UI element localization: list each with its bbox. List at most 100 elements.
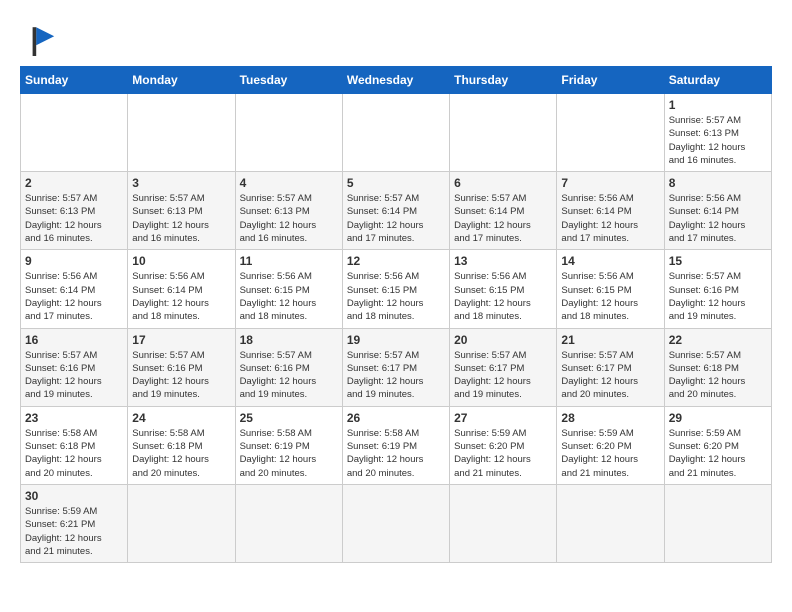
day-number: 13 xyxy=(454,254,552,268)
calendar-day-cell: 26Sunrise: 5:58 AM Sunset: 6:19 PM Dayli… xyxy=(342,406,449,484)
day-info: Sunrise: 5:56 AM Sunset: 6:14 PM Dayligh… xyxy=(25,270,123,323)
calendar-day-cell: 20 Sunrise: 5:57 AM Sunset: 6:17 PM Dayli… xyxy=(450,328,557,406)
day-info: Sunrise: 5:56 AM Sunset: 6:14 PM Dayligh… xyxy=(132,270,230,323)
day-number: 10 xyxy=(132,254,230,268)
day-info: Sunrise: 5:57 AM Sunset: 6:18 PM Dayligh… xyxy=(669,349,767,402)
calendar-week-row: 1 Sunrise: 5:57 AM Sunset: 6:13 PM Daylig… xyxy=(21,94,772,172)
calendar-day-cell xyxy=(128,94,235,172)
calendar-day-cell: 11 Sunrise: 5:56 AM Sunset: 6:15 PM Dayli… xyxy=(235,250,342,328)
calendar-day-cell: 29 Sunrise: 5:59 AM Sunset: 6:20 PM Dayli… xyxy=(664,406,771,484)
day-info: Sunrise: 5:59 AM Sunset: 6:21 PM Dayligh… xyxy=(25,505,123,558)
weekday-header-sunday: Sunday xyxy=(21,67,128,94)
calendar-day-cell xyxy=(342,484,449,562)
calendar-day-cell: 7 Sunrise: 5:56 AM Sunset: 6:14 PM Daylig… xyxy=(557,172,664,250)
day-number: 7 xyxy=(561,176,659,190)
calendar-day-cell: 28 Sunrise: 5:59 AM Sunset: 6:20 PM Dayli… xyxy=(557,406,664,484)
calendar-day-cell: 18 Sunrise: 5:57 AM Sunset: 6:16 PM Dayli… xyxy=(235,328,342,406)
day-number: 15 xyxy=(669,254,767,268)
calendar-day-cell: 16 Sunrise: 5:57 AM Sunset: 6:16 PM Dayli… xyxy=(21,328,128,406)
day-number: 17 xyxy=(132,333,230,347)
day-number: 11 xyxy=(240,254,338,268)
day-info: Sunrise: 5:58 AM Sunset: 6:19 PM Dayligh… xyxy=(347,427,445,480)
day-info: Sunrise: 5:57 AM Sunset: 6:14 PM Dayligh… xyxy=(347,192,445,245)
calendar-week-row: 23 Sunrise: 5:58 AM Sunset: 6:18 PM Dayli… xyxy=(21,406,772,484)
day-number: 6 xyxy=(454,176,552,190)
day-info: Sunrise: 5:56 AM Sunset: 6:15 PM Dayligh… xyxy=(240,270,338,323)
calendar-day-cell: 8 Sunrise: 5:56 AM Sunset: 6:14 PM Daylig… xyxy=(664,172,771,250)
logo xyxy=(20,20,60,56)
day-info: Sunrise: 5:56 AM Sunset: 6:15 PM Dayligh… xyxy=(454,270,552,323)
calendar-day-cell: 10 Sunrise: 5:56 AM Sunset: 6:14 PM Dayli… xyxy=(128,250,235,328)
calendar-day-cell xyxy=(235,484,342,562)
day-number: 2 xyxy=(25,176,123,190)
day-number: 1 xyxy=(669,98,767,112)
calendar-day-cell xyxy=(21,94,128,172)
calendar-day-cell xyxy=(664,484,771,562)
weekday-header-saturday: Saturday xyxy=(664,67,771,94)
day-info: Sunrise: 5:58 AM Sunset: 6:18 PM Dayligh… xyxy=(132,427,230,480)
calendar-day-cell: 27Sunrise: 5:59 AM Sunset: 6:20 PM Dayli… xyxy=(450,406,557,484)
day-info: Sunrise: 5:59 AM Sunset: 6:20 PM Dayligh… xyxy=(669,427,767,480)
calendar-day-cell: 12 Sunrise: 5:56 AM Sunset: 6:15 PM Dayli… xyxy=(342,250,449,328)
day-number: 19 xyxy=(347,333,445,347)
calendar-day-cell: 5 Sunrise: 5:57 AM Sunset: 6:14 PM Daylig… xyxy=(342,172,449,250)
calendar-day-cell: 14Sunrise: 5:56 AM Sunset: 6:15 PM Dayli… xyxy=(557,250,664,328)
day-info: Sunrise: 5:57 AM Sunset: 6:17 PM Dayligh… xyxy=(561,349,659,402)
day-number: 24 xyxy=(132,411,230,425)
calendar-day-cell xyxy=(235,94,342,172)
calendar-day-cell xyxy=(342,94,449,172)
day-number: 5 xyxy=(347,176,445,190)
day-number: 21 xyxy=(561,333,659,347)
day-info: Sunrise: 5:57 AM Sunset: 6:17 PM Dayligh… xyxy=(347,349,445,402)
day-info: Sunrise: 5:57 AM Sunset: 6:13 PM Dayligh… xyxy=(240,192,338,245)
calendar-day-cell: 19 Sunrise: 5:57 AM Sunset: 6:17 PM Dayli… xyxy=(342,328,449,406)
calendar-day-cell: 24 Sunrise: 5:58 AM Sunset: 6:18 PM Dayli… xyxy=(128,406,235,484)
day-info: Sunrise: 5:56 AM Sunset: 6:14 PM Dayligh… xyxy=(669,192,767,245)
day-info: Sunrise: 5:59 AM Sunset: 6:20 PM Dayligh… xyxy=(561,427,659,480)
weekday-header-wednesday: Wednesday xyxy=(342,67,449,94)
day-info: Sunrise: 5:58 AM Sunset: 6:18 PM Dayligh… xyxy=(25,427,123,480)
day-info: Sunrise: 5:59 AM Sunset: 6:20 PM Dayligh… xyxy=(454,427,552,480)
day-number: 30 xyxy=(25,489,123,503)
day-number: 9 xyxy=(25,254,123,268)
day-info: Sunrise: 5:57 AM Sunset: 6:13 PM Dayligh… xyxy=(132,192,230,245)
day-info: Sunrise: 5:58 AM Sunset: 6:19 PM Dayligh… xyxy=(240,427,338,480)
calendar-day-cell: 21 Sunrise: 5:57 AM Sunset: 6:17 PM Dayli… xyxy=(557,328,664,406)
day-number: 18 xyxy=(240,333,338,347)
calendar-day-cell: 25Sunrise: 5:58 AM Sunset: 6:19 PM Dayli… xyxy=(235,406,342,484)
calendar-day-cell: 4Sunrise: 5:57 AM Sunset: 6:13 PM Daylig… xyxy=(235,172,342,250)
calendar-day-cell: 6 Sunrise: 5:57 AM Sunset: 6:14 PM Daylig… xyxy=(450,172,557,250)
calendar-week-row: 9 Sunrise: 5:56 AM Sunset: 6:14 PM Daylig… xyxy=(21,250,772,328)
day-number: 23 xyxy=(25,411,123,425)
day-info: Sunrise: 5:57 AM Sunset: 6:16 PM Dayligh… xyxy=(240,349,338,402)
day-info: Sunrise: 5:57 AM Sunset: 6:14 PM Dayligh… xyxy=(454,192,552,245)
day-info: Sunrise: 5:57 AM Sunset: 6:16 PM Dayligh… xyxy=(132,349,230,402)
day-number: 22 xyxy=(669,333,767,347)
calendar-day-cell xyxy=(557,94,664,172)
day-info: Sunrise: 5:57 AM Sunset: 6:13 PM Dayligh… xyxy=(669,114,767,167)
calendar-day-cell xyxy=(450,94,557,172)
calendar-day-cell: 15Sunrise: 5:57 AM Sunset: 6:16 PM Dayli… xyxy=(664,250,771,328)
day-number: 8 xyxy=(669,176,767,190)
weekday-header-thursday: Thursday xyxy=(450,67,557,94)
calendar-day-cell: 23 Sunrise: 5:58 AM Sunset: 6:18 PM Dayli… xyxy=(21,406,128,484)
calendar-week-row: 16 Sunrise: 5:57 AM Sunset: 6:16 PM Dayli… xyxy=(21,328,772,406)
day-number: 20 xyxy=(454,333,552,347)
day-info: Sunrise: 5:57 AM Sunset: 6:17 PM Dayligh… xyxy=(454,349,552,402)
day-number: 29 xyxy=(669,411,767,425)
day-info: Sunrise: 5:57 AM Sunset: 6:16 PM Dayligh… xyxy=(25,349,123,402)
weekday-header-tuesday: Tuesday xyxy=(235,67,342,94)
day-number: 16 xyxy=(25,333,123,347)
calendar-day-cell xyxy=(128,484,235,562)
calendar-day-cell: 17 Sunrise: 5:57 AM Sunset: 6:16 PM Dayli… xyxy=(128,328,235,406)
day-info: Sunrise: 5:56 AM Sunset: 6:15 PM Dayligh… xyxy=(347,270,445,323)
day-number: 12 xyxy=(347,254,445,268)
page-header xyxy=(20,20,772,56)
day-number: 28 xyxy=(561,411,659,425)
calendar-day-cell: 1 Sunrise: 5:57 AM Sunset: 6:13 PM Daylig… xyxy=(664,94,771,172)
day-number: 3 xyxy=(132,176,230,190)
calendar-week-row: 2 Sunrise: 5:57 AM Sunset: 6:13 PM Daylig… xyxy=(21,172,772,250)
day-info: Sunrise: 5:56 AM Sunset: 6:14 PM Dayligh… xyxy=(561,192,659,245)
calendar-day-cell: 3 Sunrise: 5:57 AM Sunset: 6:13 PM Daylig… xyxy=(128,172,235,250)
logo-icon xyxy=(20,20,56,56)
